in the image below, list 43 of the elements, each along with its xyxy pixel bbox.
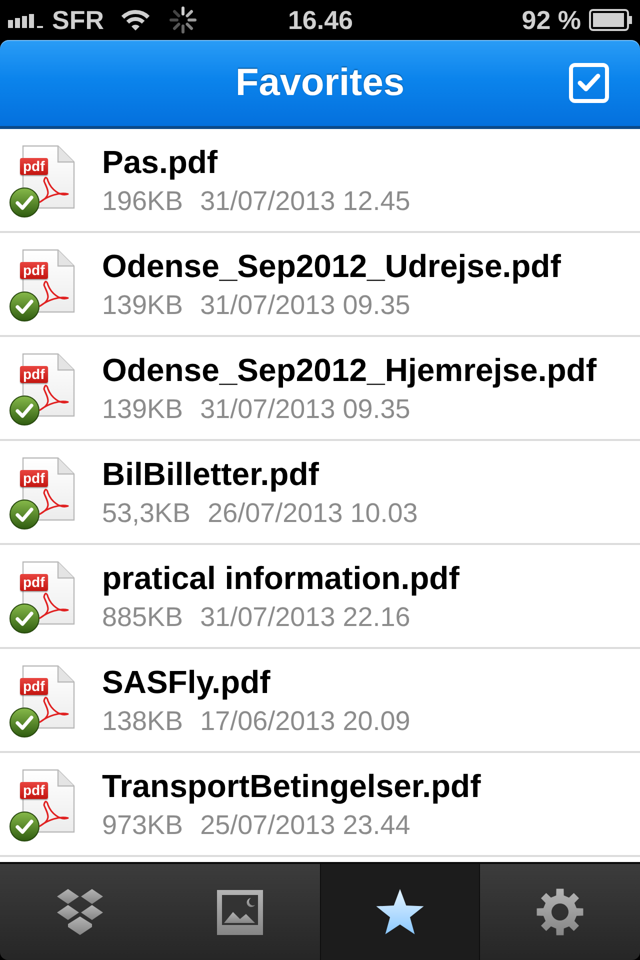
modified-date: 25/07/2013 23.44 <box>200 809 410 841</box>
file-type-label: pdf <box>20 366 48 383</box>
file-type-label: pdf <box>20 262 48 279</box>
battery-percentage: 92 % <box>522 4 581 37</box>
file-name: TransportBetingelser.pdf <box>102 768 481 804</box>
modified-date: 31/07/2013 22.16 <box>200 601 410 633</box>
file-size: 139KB <box>102 393 184 425</box>
tab-button[interactable] <box>320 864 480 960</box>
battery-icon <box>589 9 633 31</box>
file-name: Odense_Sep2012_Hjemrejse.pdf <box>102 352 596 388</box>
modified-date: 31/07/2013 09.35 <box>200 393 410 425</box>
star-icon <box>375 888 425 936</box>
file-type-label: pdf <box>20 574 48 591</box>
boxes-icon <box>55 888 105 936</box>
file-name: BilBilletter.pdf <box>102 456 319 492</box>
gear-icon <box>536 888 584 936</box>
file-type-label: pdf <box>20 158 48 175</box>
file-type-label: pdf <box>20 470 48 487</box>
file-size: 53,3KB <box>102 497 191 529</box>
signal-icon <box>8 12 45 28</box>
file-size: 973KB <box>102 809 184 841</box>
file-name: SASFly.pdf <box>102 664 270 700</box>
clock-time: 16.46 <box>288 4 354 37</box>
wifi-icon <box>120 9 151 31</box>
file-size: 139KB <box>102 289 184 321</box>
file-size: 196KB <box>102 185 184 217</box>
select-button[interactable] <box>569 63 609 103</box>
carrier-name: SFR <box>52 4 104 37</box>
file-name: Pas.pdf <box>102 144 218 180</box>
file-size: 138KB <box>102 705 184 737</box>
file-type-label: pdf <box>20 678 48 695</box>
modified-date: 31/07/2013 12.45 <box>200 185 410 217</box>
spinner-icon <box>169 6 197 34</box>
picture-icon <box>217 890 263 934</box>
file-name: Odense_Sep2012_Udrejse.pdf <box>102 248 561 284</box>
modified-date: 17/06/2013 20.09 <box>200 705 410 737</box>
file-size: 885KB <box>102 601 184 633</box>
screen-title: Favorites <box>236 61 404 105</box>
checkbox-icon <box>569 63 609 103</box>
file-type-label: pdf <box>20 782 48 799</box>
modified-date: 31/07/2013 09.35 <box>200 289 410 321</box>
modified-date: 26/07/2013 10.03 <box>208 497 418 529</box>
file-name: pratical information.pdf <box>102 560 460 596</box>
